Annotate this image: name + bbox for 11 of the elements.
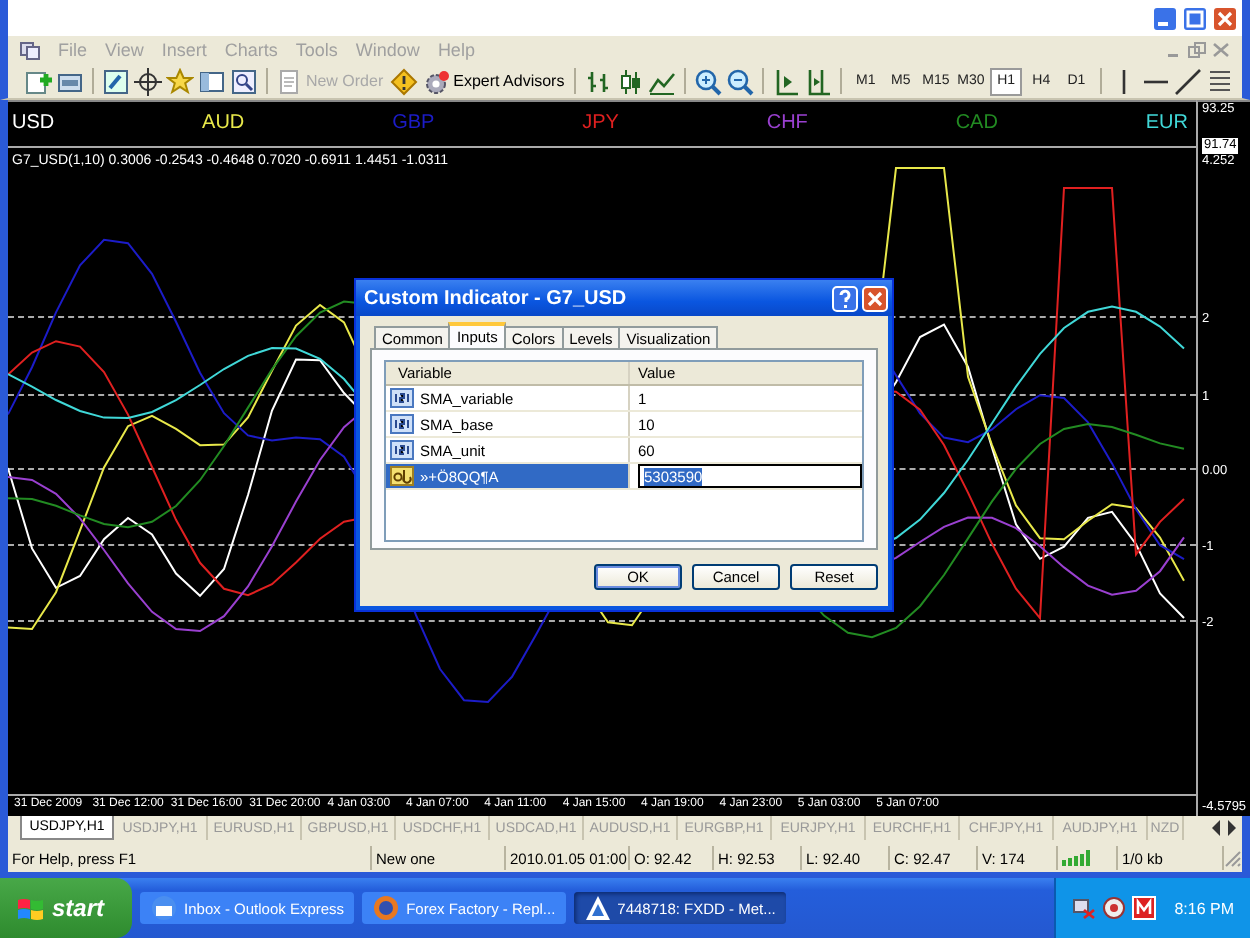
expert-advisors-button[interactable]: Expert Advisors (421, 66, 567, 96)
clock[interactable]: 8:16 PM (1174, 899, 1234, 917)
currency-label: CAD (955, 112, 998, 134)
start-button[interactable]: start (0, 878, 133, 938)
dialog-title: Custom Indicator - G7_USD (364, 287, 627, 309)
currency-label: AUD (202, 112, 245, 134)
currency-label: JPY (582, 112, 619, 134)
currency-label: EUR (1145, 112, 1188, 134)
currency-label: CHF (766, 112, 808, 134)
currency-label: USD (12, 112, 55, 134)
currency-label: GBP (392, 112, 435, 134)
